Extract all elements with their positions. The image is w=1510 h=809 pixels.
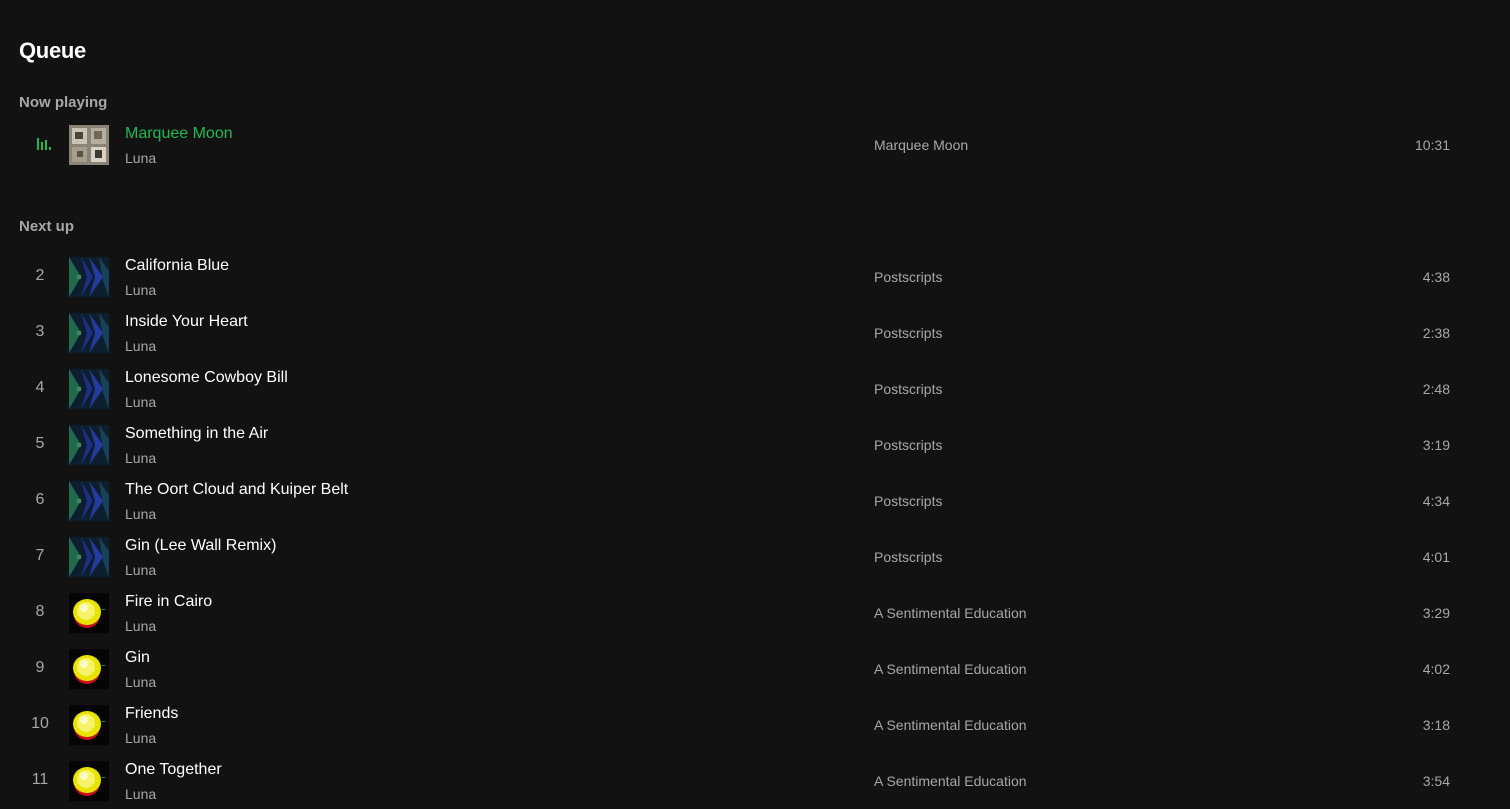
- track-title[interactable]: Gin (Lee Wall Remix): [125, 537, 276, 555]
- track-index: 9: [35, 659, 45, 676]
- track-index: 4: [35, 379, 45, 396]
- track-artist[interactable]: Luna: [125, 150, 156, 166]
- track-index: 2: [35, 267, 45, 284]
- album-art-postscripts: [69, 369, 109, 409]
- track-duration: 3:29: [1422, 605, 1450, 621]
- queue-page: Queue Now playing Marquee Moon Luna Marq…: [0, 0, 1510, 809]
- track-album[interactable]: A Sentimental Education: [874, 773, 1027, 789]
- album-art-postscripts: [69, 537, 109, 577]
- album-art-a-sentimental-education: [69, 705, 109, 745]
- track-index: 6: [35, 491, 45, 508]
- track-title[interactable]: Marquee Moon: [125, 125, 233, 143]
- track-title[interactable]: One Together: [125, 761, 222, 779]
- track-album[interactable]: Postscripts: [874, 269, 942, 285]
- track-index: 10: [31, 715, 49, 732]
- track-duration: 3:19: [1422, 437, 1450, 453]
- track-artist[interactable]: Luna: [125, 394, 156, 410]
- queue-row[interactable]: 11 One Together Luna A Sentimental Educa…: [0, 753, 1510, 809]
- track-artist[interactable]: Luna: [125, 730, 156, 746]
- track-title[interactable]: Inside Your Heart: [125, 313, 248, 331]
- queue-row[interactable]: 7 Gin (Lee Wall Remix) Luna Postscripts …: [0, 529, 1510, 585]
- page-title: Queue: [19, 38, 86, 63]
- track-album[interactable]: Marquee Moon: [874, 137, 968, 153]
- track-artist[interactable]: Luna: [125, 786, 156, 802]
- now-playing-heading: Now playing: [19, 94, 108, 111]
- queue-row[interactable]: 8 Fire in Cairo Luna A Sentimental Educa…: [0, 585, 1510, 641]
- track-album[interactable]: Postscripts: [874, 549, 942, 565]
- album-art-postscripts: [69, 481, 109, 521]
- track-title[interactable]: Lonesome Cowboy Bill: [125, 369, 288, 387]
- album-art-a-sentimental-education: [69, 761, 109, 801]
- track-album[interactable]: A Sentimental Education: [874, 661, 1027, 677]
- track-title[interactable]: Friends: [125, 705, 178, 723]
- queue-row[interactable]: 5 Something in the Air Luna Postscripts …: [0, 417, 1510, 473]
- album-art-postscripts: [69, 425, 109, 465]
- track-title[interactable]: Fire in Cairo: [125, 593, 212, 611]
- track-title[interactable]: The Oort Cloud and Kuiper Belt: [125, 481, 348, 499]
- album-art-postscripts: [69, 313, 109, 353]
- track-duration: 10:31: [1414, 137, 1450, 153]
- track-album[interactable]: A Sentimental Education: [874, 605, 1027, 621]
- track-duration: 3:18: [1422, 717, 1450, 733]
- track-title[interactable]: Gin: [125, 649, 150, 667]
- queue-row[interactable]: 2 California Blue Luna Postscripts 4:38: [0, 249, 1510, 305]
- album-art-marquee-moon: [69, 125, 109, 165]
- track-title[interactable]: California Blue: [125, 257, 229, 275]
- album-art-a-sentimental-education: [69, 593, 109, 633]
- track-duration: 2:48: [1422, 381, 1450, 397]
- next-up-heading: Next up: [19, 218, 75, 235]
- track-album[interactable]: Postscripts: [874, 493, 942, 509]
- track-duration: 4:02: [1422, 661, 1450, 677]
- track-index: 8: [35, 603, 45, 620]
- album-art-a-sentimental-education: [69, 649, 109, 689]
- track-artist[interactable]: Luna: [125, 674, 156, 690]
- queue-row[interactable]: 9 Gin Luna A Sentimental Education 4:02: [0, 641, 1510, 697]
- album-art-postscripts: [69, 257, 109, 297]
- track-artist[interactable]: Luna: [125, 618, 156, 634]
- track-duration: 4:38: [1422, 269, 1450, 285]
- equalizer-icon: [37, 138, 51, 150]
- track-album[interactable]: Postscripts: [874, 325, 942, 341]
- track-index: 7: [35, 547, 45, 564]
- now-playing-row[interactable]: Marquee Moon Luna Marquee Moon 10:31: [0, 117, 1510, 173]
- queue-row[interactable]: 3 Inside Your Heart Luna Postscripts 2:3…: [0, 305, 1510, 361]
- track-index: 11: [31, 771, 49, 788]
- track-duration: 3:54: [1422, 773, 1450, 789]
- track-artist[interactable]: Luna: [125, 450, 156, 466]
- queue-row[interactable]: 6 The Oort Cloud and Kuiper Belt Luna Po…: [0, 473, 1510, 529]
- track-album[interactable]: Postscripts: [874, 437, 942, 453]
- track-artist[interactable]: Luna: [125, 506, 156, 522]
- track-album[interactable]: Postscripts: [874, 381, 942, 397]
- track-artist[interactable]: Luna: [125, 562, 156, 578]
- track-album[interactable]: A Sentimental Education: [874, 717, 1027, 733]
- track-artist[interactable]: Luna: [125, 282, 156, 298]
- track-duration: 4:34: [1422, 493, 1450, 509]
- track-duration: 2:38: [1422, 325, 1450, 341]
- track-artist[interactable]: Luna: [125, 338, 156, 354]
- queue-row[interactable]: 4 Lonesome Cowboy Bill Luna Postscripts …: [0, 361, 1510, 417]
- track-index: 3: [35, 323, 45, 340]
- track-title[interactable]: Something in the Air: [125, 425, 268, 443]
- queue-row[interactable]: 10 Friends Luna A Sentimental Education …: [0, 697, 1510, 753]
- track-duration: 4:01: [1422, 549, 1450, 565]
- track-index: 5: [35, 435, 45, 452]
